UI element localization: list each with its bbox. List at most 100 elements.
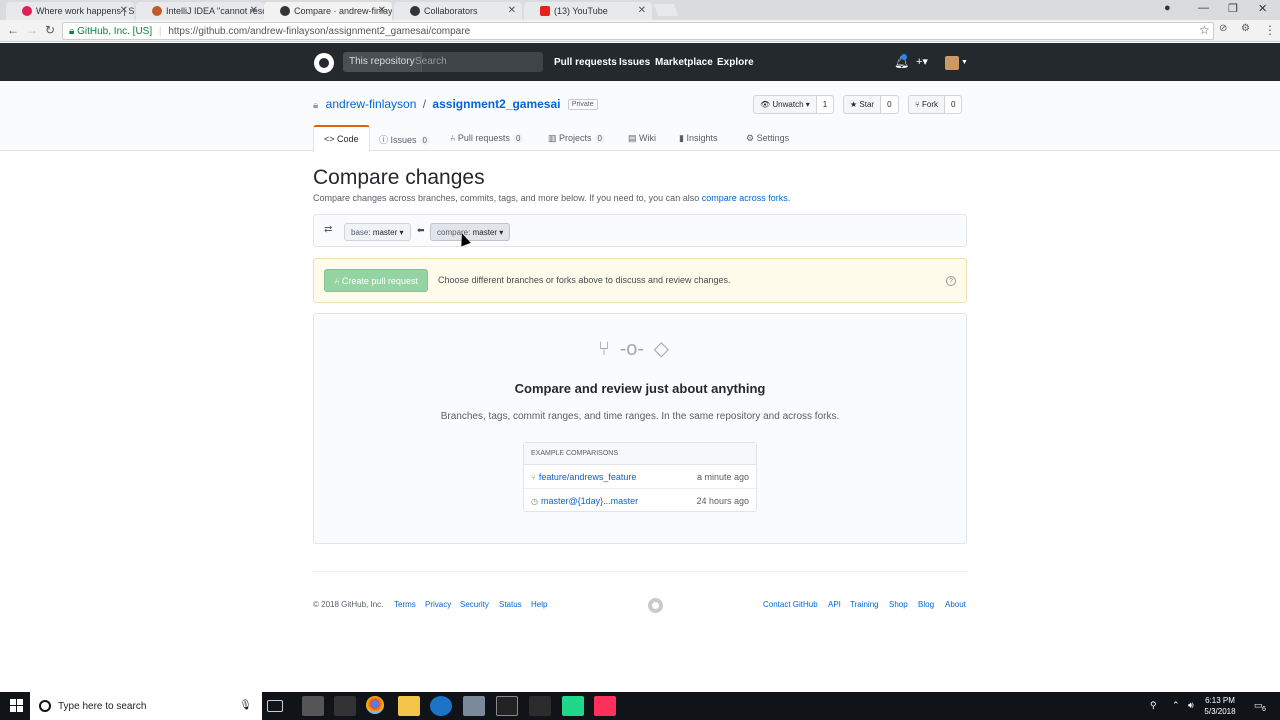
footer-link-about[interactable]: About — [945, 600, 966, 609]
tab-insights[interactable]: ▮ Insights — [679, 125, 717, 151]
example-link[interactable]: feature/andrews_feature — [539, 472, 637, 482]
microphone-icon[interactable]: 🎙︎ — [239, 700, 252, 711]
star-label: Star — [859, 100, 875, 109]
mail-app-icon[interactable] — [302, 696, 324, 716]
footer-link-api[interactable]: API — [828, 600, 841, 609]
footer-link-contact[interactable]: Contact GitHub — [763, 600, 818, 609]
pull-request-icon: ⑃ — [450, 133, 458, 143]
close-window-icon[interactable]: ✕ — [1258, 2, 1267, 15]
tab-wiki[interactable]: ▤ Wiki — [628, 125, 656, 151]
project-icon: ▥ — [548, 133, 560, 143]
edge-icon[interactable] — [430, 696, 452, 716]
nav-issues[interactable]: Issues — [619, 57, 650, 68]
tab-code[interactable]: <> Code — [313, 125, 370, 152]
extension-icon[interactable]: ⚙ — [1241, 23, 1250, 34]
watch-count[interactable]: 1 — [816, 96, 834, 113]
tab-settings[interactable]: ⚙ Settings — [746, 125, 789, 151]
close-icon[interactable]: ✕ — [638, 5, 646, 16]
profile-icon[interactable]: ● — [1164, 2, 1171, 14]
compare-across-forks-link[interactable]: compare across forks. — [702, 193, 791, 203]
create-new-dropdown[interactable]: +▾ — [916, 55, 928, 68]
browser-tab-compare[interactable]: Compare · andrew-finlay ✕ — [264, 2, 392, 20]
star-button[interactable]: ★ Star 0 — [843, 95, 899, 114]
clion-icon[interactable] — [594, 696, 616, 716]
footer-link-privacy[interactable]: Privacy — [425, 600, 451, 609]
chevron-up-icon[interactable]: ⌃ — [1172, 700, 1180, 711]
taskbar-clock[interactable]: 6:13 PM 5/3/2018 — [1198, 695, 1242, 717]
footer-link-help[interactable]: Help — [531, 600, 547, 609]
footer-link-shop[interactable]: Shop — [889, 600, 908, 609]
terminal-icon[interactable] — [496, 696, 518, 716]
people-icon[interactable]: ⚲ — [1150, 700, 1157, 711]
browser-tab-collaborators[interactable]: Collaborators ✕ — [394, 2, 522, 20]
github-logo-icon[interactable] — [314, 53, 334, 73]
taskbar-search[interactable]: Type here to search 🎙︎ — [30, 692, 262, 720]
issue-icon: ⓘ — [379, 135, 391, 145]
volume-icon[interactable]: 🔊︎ — [1188, 700, 1194, 711]
tab-label: Insights — [686, 133, 718, 143]
chrome-icon[interactable] — [366, 696, 384, 714]
chevron-down-icon[interactable]: ▼ — [961, 59, 968, 66]
restore-icon[interactable]: ❐ — [1228, 2, 1238, 15]
repo-owner-link[interactable]: andrew-finlayson — [326, 97, 417, 111]
footer-link-security[interactable]: Security — [460, 600, 489, 609]
footer-link-status[interactable]: Status — [499, 600, 522, 609]
example-comparisons: EXAMPLE COMPARISONS ⑂ feature/andrews_fea… — [523, 442, 757, 512]
swap-icon[interactable]: ⇄ — [324, 224, 332, 235]
close-icon[interactable]: ✕ — [378, 5, 386, 16]
bookmark-star-icon[interactable]: ☆ — [1199, 23, 1210, 37]
browser-tab-slack[interactable]: Where work happens | Sl ✕ — [6, 2, 134, 20]
help-icon[interactable]: ? — [946, 276, 956, 286]
compare-branch-select[interactable]: compare: master ▾ — [430, 223, 511, 241]
star-count[interactable]: 0 — [881, 96, 898, 113]
footer-link-training[interactable]: Training — [850, 600, 879, 609]
tab-issues[interactable]: ⓘ Issues 0 — [379, 125, 430, 151]
unity-icon[interactable] — [529, 696, 551, 716]
nav-marketplace[interactable]: Marketplace — [655, 57, 713, 68]
search-box[interactable]: This repository Search — [343, 52, 543, 72]
example-link[interactable]: master@{1day}...master — [541, 496, 638, 506]
back-icon[interactable]: ← — [7, 23, 19, 37]
browser-tab-intellij[interactable]: IntelliJ IDEA "cannot reso ✕ — [136, 2, 264, 20]
close-icon[interactable]: ✕ — [120, 5, 128, 16]
block-icon[interactable]: ⊘ — [1219, 23, 1227, 34]
minimize-icon[interactable]: — — [1198, 2, 1209, 14]
footer-link-blog[interactable]: Blog — [918, 600, 934, 609]
tab-pull-requests[interactable]: ⑃ Pull requests 0 — [450, 125, 524, 151]
nav-pull-requests[interactable]: Pull requests — [554, 57, 617, 68]
github-mark-icon[interactable] — [648, 598, 663, 613]
close-icon[interactable]: ✕ — [250, 5, 258, 16]
windows-start-icon[interactable] — [10, 699, 24, 713]
youtube-icon — [540, 6, 550, 16]
search-input[interactable]: Search — [415, 56, 447, 67]
fork-count[interactable]: 0 — [945, 96, 962, 113]
avatar[interactable] — [945, 56, 959, 70]
omnibox[interactable]: 🔒︎ GitHub, Inc. [US] | https://github.co… — [62, 22, 1214, 40]
fork-button[interactable]: ⑂ Fork 0 — [908, 95, 963, 114]
nav-explore[interactable]: Explore — [717, 57, 754, 68]
reload-icon[interactable]: ↻ — [45, 23, 55, 37]
file-explorer-icon[interactable] — [398, 696, 420, 716]
new-tab-button[interactable] — [653, 4, 679, 16]
base-branch-select[interactable]: base: master ▾ — [344, 223, 411, 241]
browser-tab-youtube[interactable]: (13) YouTube ✕ — [524, 2, 652, 20]
menu-icon[interactable]: ⋮ — [1264, 23, 1276, 37]
forward-icon[interactable]: → — [26, 23, 38, 37]
footer-link-terms[interactable]: Terms — [394, 600, 416, 609]
task-view-icon[interactable] — [267, 700, 283, 712]
watch-button[interactable]: 👁︎ Unwatch ▾ 1 — [753, 95, 835, 114]
fork-label: Fork — [922, 100, 939, 109]
list-item[interactable]: ◷ master@{1day}...master 24 hours ago — [524, 489, 756, 513]
tab-label: Projects — [559, 133, 592, 143]
media-app-icon[interactable] — [334, 696, 356, 716]
pycharm-icon[interactable] — [562, 696, 584, 716]
app-icon[interactable] — [463, 696, 485, 716]
tab-projects[interactable]: ▥ Projects 0 — [548, 125, 605, 151]
close-icon[interactable]: ✕ — [508, 5, 516, 16]
example-time: a minute ago — [696, 472, 749, 482]
list-item[interactable]: ⑂ feature/andrews_feature a minute ago — [524, 465, 756, 489]
taskbar-search-input[interactable]: Type here to search — [58, 701, 146, 712]
repo-name-link[interactable]: assignment2_gamesai — [432, 97, 560, 111]
clock-time: 6:13 PM — [1205, 696, 1235, 705]
create-pull-request-button[interactable]: ⑃ Create pull request — [324, 269, 428, 292]
